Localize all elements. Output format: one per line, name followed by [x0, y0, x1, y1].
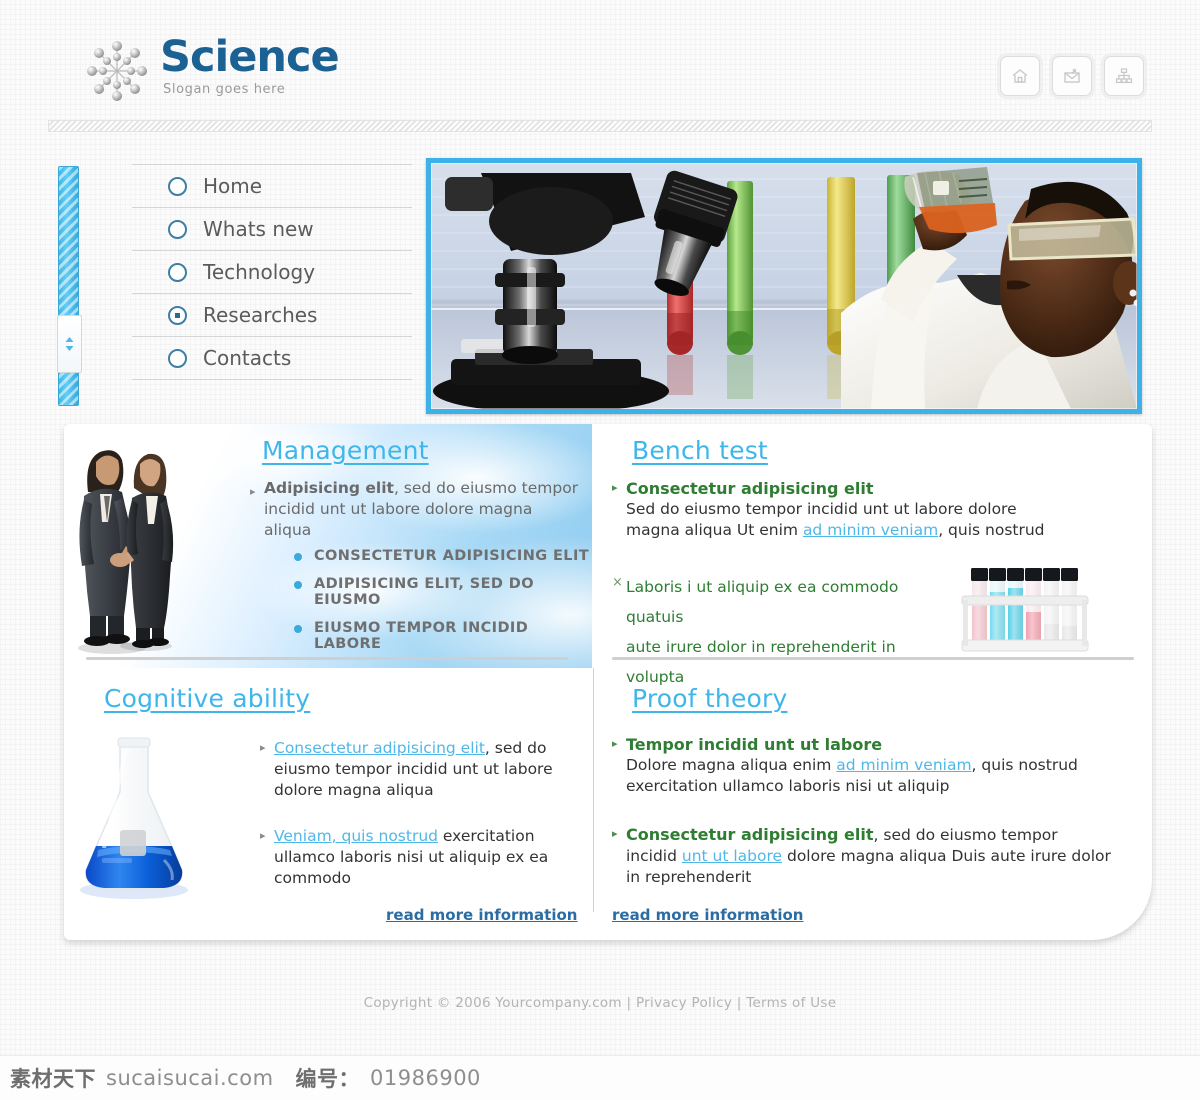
dot-bullet-icon — [294, 581, 302, 589]
bench-test-item1-heading: Consectetur adipisicing elit — [626, 479, 874, 498]
header-icon-bar — [1000, 56, 1144, 96]
proof-item2-heading: Consectetur adipisicing elit — [626, 825, 874, 844]
bench-test-title[interactable]: Bench test — [632, 436, 768, 465]
arrow-bullet-icon: ▸ — [250, 485, 256, 498]
home-icon[interactable] — [1000, 56, 1040, 96]
section-rule — [612, 657, 1134, 660]
management-lead: Adipisicing elit, sed do eiusmo tempor i… — [264, 478, 580, 541]
nav-item-label: Contacts — [203, 346, 292, 370]
molecule-logo-icon — [84, 38, 150, 104]
nav-item-contacts[interactable]: Contacts — [132, 336, 412, 380]
watermark-site: sucaisucai.com — [106, 1066, 274, 1090]
copyright-text: Copyright © 2006 Yourcompany.com — [363, 995, 622, 1011]
privacy-policy-link[interactable]: Privacy Policy — [636, 995, 732, 1011]
arrow-bullet-icon: ▸ — [612, 481, 618, 494]
dot-bullet-icon — [294, 553, 302, 561]
nav-item-researches[interactable]: Researches — [132, 293, 412, 336]
radio-icon — [168, 219, 187, 239]
business-people-image — [70, 438, 180, 656]
top-block: Home Whats new Technology Researches Con… — [48, 148, 1152, 420]
sitemap-icon[interactable] — [1104, 56, 1144, 96]
footer-separator: | — [626, 995, 632, 1011]
footer-separator: | — [736, 995, 742, 1011]
list-item-label: EIUSMO TEMPOR INCIDID LABORE — [314, 620, 529, 652]
watermark-id-value: 01986900 — [370, 1066, 481, 1090]
list-item-label: ADIPISICING ELIT, SED DO EIUSMO — [314, 576, 534, 608]
list-item-label: CONSECTETUR ADIPISICING ELIT — [314, 548, 590, 564]
page-root: Science Slogan goes here Home Whats new … — [0, 0, 1200, 1100]
proof-theory-title[interactable]: Proof theory — [632, 684, 788, 713]
mail-icon[interactable] — [1052, 56, 1092, 96]
main-navigation: Home Whats new Technology Researches Con… — [132, 164, 412, 380]
list-item: CONSECTETUR ADIPISICING ELIT — [294, 548, 594, 564]
radio-icon — [168, 348, 187, 368]
watermark-id-label: 编号： — [295, 1067, 361, 1091]
proof-theory-read-more-link[interactable]: read more information — [612, 906, 803, 924]
radio-icon — [168, 176, 187, 196]
cognitive-item1: Consectetur adipisicing elit, sed do eiu… — [274, 738, 580, 801]
brand-slogan: Slogan goes here — [163, 82, 286, 97]
proof-item1-text: Dolore magna aliqua enim ad minim veniam… — [626, 755, 1082, 797]
site-footer: Copyright © 2006 Yourcompany.com | Priva… — [0, 995, 1200, 1011]
arrow-bullet-icon: ▸ — [260, 741, 266, 754]
hero-banner — [426, 158, 1142, 414]
vertical-scrollbar[interactable] — [57, 166, 82, 406]
nav-item-label: Technology — [203, 260, 316, 284]
nav-item-label: Researches — [203, 303, 318, 327]
dot-bullet-icon — [294, 625, 302, 633]
scrollbar-thumb[interactable] — [57, 315, 82, 373]
radio-selected-icon — [168, 305, 187, 325]
hero-image — [431, 163, 1137, 409]
unt-ut-labore-link[interactable]: unt ut labore — [682, 847, 782, 865]
section-cognitive-ability: Cognitive ability ▸ Consectetur adipisic… — [64, 668, 592, 940]
watermark-site-cn: 素材天下 — [10, 1067, 96, 1091]
nav-item-label: Whats new — [203, 217, 314, 241]
site-logo[interactable]: Science Slogan goes here — [84, 32, 340, 104]
cognitive-read-more-link[interactable]: read more information — [386, 906, 577, 924]
site-header: Science Slogan goes here — [0, 0, 1200, 132]
section-bench-test: Bench test ▸ Consectetur adipisicing eli… — [594, 424, 1152, 686]
arrow-bullet-icon: ▸ — [260, 829, 266, 842]
nav-item-label: Home — [203, 174, 263, 198]
nav-item-whats-new[interactable]: Whats new — [132, 207, 412, 250]
ad-minim-veniam-link[interactable]: ad minim veniam — [803, 521, 938, 539]
management-lead-bold: Adipisicing elit — [264, 479, 394, 497]
section-rule — [86, 657, 568, 660]
ad-minim-veniam-link[interactable]: ad minim veniam — [836, 756, 971, 774]
bench-test-item2-line1: Laboris i ut aliquip ex ea commodo quatu… — [626, 578, 899, 626]
watermark-bar: 素材天下 sucaisucai.com 编号： 01986900 — [0, 1055, 1200, 1100]
cognitive-item2: Veniam, quis nostrud exercitation ullamc… — [274, 826, 590, 889]
consectetur-link[interactable]: Consectetur adipisicing elit — [274, 739, 485, 757]
list-item: EIUSMO TEMPOR INCIDID LABORE — [294, 620, 594, 652]
list-item: ADIPISICING ELIT, SED DO EIUSMO — [294, 576, 594, 608]
bench-test-item1-text: Sed do eiusmo tempor incidid unt ut labo… — [626, 499, 1068, 541]
cognitive-title[interactable]: Cognitive ability — [104, 684, 310, 713]
text-a: Dolore magna aliqua enim — [626, 756, 837, 774]
management-title[interactable]: Management — [262, 436, 429, 465]
veniam-link[interactable]: Veniam, quis nostrud — [274, 827, 438, 845]
arrow-bullet-icon: ▸ — [612, 827, 618, 840]
terms-of-use-link[interactable]: Terms of Use — [746, 995, 836, 1011]
management-bullet-list: CONSECTETUR ADIPISICING ELIT ADIPISICING… — [294, 548, 594, 664]
proof-item2: Consectetur adipisicing elit, sed do eiu… — [626, 824, 1112, 888]
nav-item-technology[interactable]: Technology — [132, 250, 412, 293]
updown-arrows-icon — [65, 337, 74, 351]
section-proof-theory: Proof theory ▸ Tempor incidid unt ut lab… — [594, 668, 1152, 940]
section-management: Management ▸ Adipisicing elit, sed do ei… — [64, 424, 592, 668]
nav-item-home[interactable]: Home — [132, 164, 412, 207]
brand-name: Science — [160, 32, 340, 82]
content-panel: Management ▸ Adipisicing elit, sed do ei… — [64, 424, 1152, 940]
radio-icon — [168, 262, 187, 282]
header-divider — [48, 120, 1152, 132]
arrow-bullet-icon: ▸ — [612, 737, 618, 750]
flask-image — [72, 730, 200, 910]
text-b: , quis nostrud — [938, 521, 1045, 539]
proof-item1-heading: Tempor incidid unt ut labore — [626, 735, 883, 754]
test-tube-rack-image — [956, 566, 1104, 658]
